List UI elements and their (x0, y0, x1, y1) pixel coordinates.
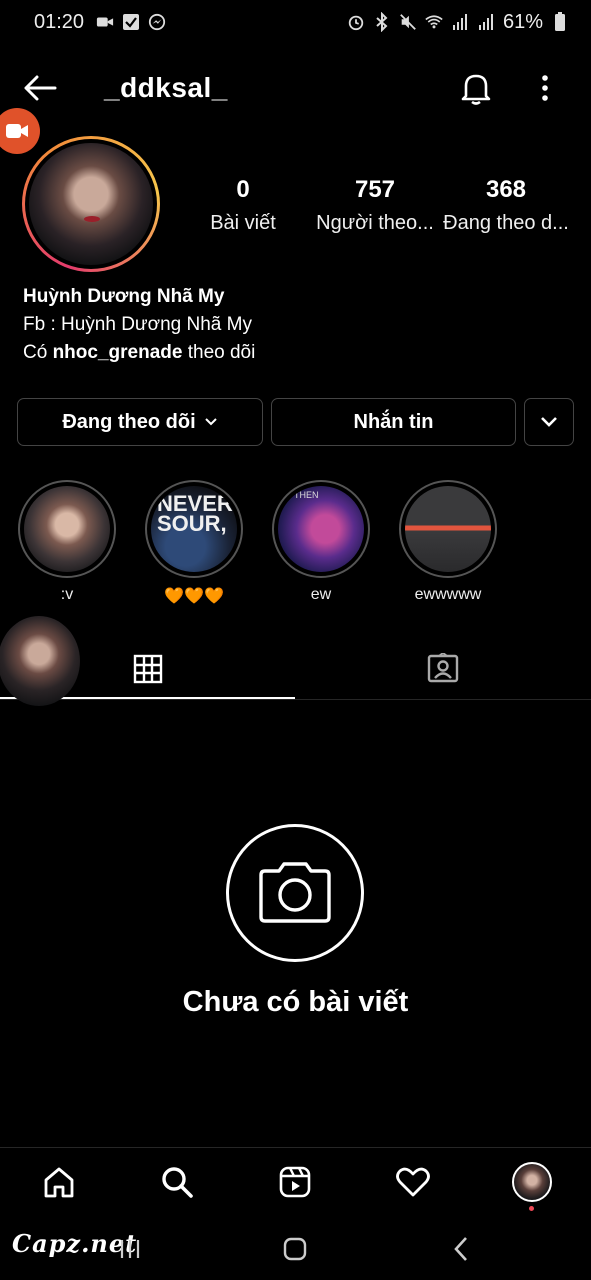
followers-label: Người theo... (316, 212, 434, 234)
highlight-cover (405, 486, 491, 572)
full-name: Huỳnh Dương Nhã My (23, 286, 225, 307)
video-icon (96, 13, 114, 31)
profile-bio: Huỳnh Dương Nhã My Fb : Huỳnh Dương Nhã … (23, 283, 255, 367)
battery-icon (551, 12, 569, 31)
empty-state-text: Chưa có bài viết (182, 986, 409, 1018)
following-count[interactable]: 368 Đang theo d... (442, 176, 570, 235)
following-button-label: Đang theo dõi (62, 410, 196, 433)
following-value: 368 (485, 176, 527, 203)
reels-icon (279, 1166, 311, 1198)
nav-home[interactable] (39, 1162, 79, 1202)
notification-dot (529, 1206, 534, 1211)
message-button[interactable]: Nhắn tin (271, 398, 516, 446)
followers-count[interactable]: 757 Người theo... (314, 176, 436, 235)
nav-activity[interactable] (393, 1162, 433, 1202)
more-options-button[interactable] (530, 70, 560, 106)
more-vertical-icon (542, 75, 548, 101)
posts-value: 0 (236, 176, 250, 203)
home-button[interactable] (277, 1231, 313, 1267)
system-back-button[interactable] (443, 1231, 479, 1267)
message-button-label: Nhắn tin (353, 410, 434, 433)
bottom-nav (0, 1147, 591, 1217)
notifications-button[interactable] (458, 70, 494, 106)
profile-avatar-small (512, 1162, 552, 1202)
video-camera-icon (6, 124, 28, 138)
battery-percent: 61% (502, 10, 543, 33)
floating-chat-head[interactable] (0, 616, 80, 706)
home-icon (44, 1167, 74, 1198)
back-button[interactable] (22, 70, 58, 106)
bluetooth-icon (373, 12, 391, 32)
highlight-label: 🧡🧡🧡 (164, 588, 224, 605)
signal-icon (451, 13, 469, 31)
followed-by-user[interactable]: nhoc_grenade (53, 342, 183, 363)
recent-apps-icon (120, 1240, 140, 1258)
status-time: 01:20 (34, 10, 85, 33)
followed-by[interactable]: Có nhoc_grenade theo dõi (23, 339, 255, 367)
messenger-icon (148, 13, 166, 31)
followed-by-prefix: Có (23, 342, 48, 363)
followed-by-suffix: theo dõi (187, 342, 256, 363)
following-button[interactable]: Đang theo dõi (17, 398, 263, 446)
chevron-down-icon (204, 418, 217, 426)
signal-icon (477, 13, 495, 31)
highlight-cover: THEN (278, 486, 364, 572)
posts-count[interactable]: 0 Bài viết (207, 176, 279, 235)
system-nav-bar: Capz.net (0, 1217, 591, 1280)
story-highlight[interactable]: THEN ew (272, 480, 370, 604)
mute-icon (399, 13, 417, 31)
status-bar: 01:20 61% (0, 0, 591, 44)
tab-divider (0, 699, 591, 700)
profile-username: _ddksal_ (104, 72, 228, 103)
avatar-photo (29, 143, 153, 265)
story-highlight[interactable]: NEVER SOUR, 🧡🧡🧡 (145, 480, 243, 606)
highlight-label: ew (310, 586, 332, 603)
tagged-person-icon (427, 653, 458, 683)
heart-icon (396, 1167, 430, 1197)
search-icon (162, 1167, 193, 1198)
empty-state-camera (226, 824, 364, 962)
suggested-users-button[interactable] (524, 398, 574, 446)
highlight-overlay-text: THEN (294, 490, 319, 500)
camera-icon (259, 862, 331, 923)
wifi-icon (425, 13, 443, 31)
highlight-overlay-text: NEVER SOUR, (157, 491, 233, 536)
chevron-down-icon (541, 417, 557, 427)
nav-profile[interactable] (512, 1162, 552, 1202)
highlight-cover (24, 486, 110, 572)
story-highlight[interactable]: :v (18, 480, 116, 604)
highlight-label: ewwwww (414, 586, 482, 603)
posts-label: Bài viết (210, 212, 276, 234)
bio-line: Fb : Huỳnh Dương Nhã My (23, 314, 252, 335)
story-highlight[interactable]: ewwwww (399, 480, 497, 604)
tab-tagged[interactable] (295, 640, 590, 696)
chevron-left-icon (454, 1237, 467, 1261)
followers-value: 757 (354, 176, 396, 203)
profile-header: _ddksal_ (0, 60, 591, 116)
recent-apps-button[interactable] (112, 1231, 148, 1267)
bell-icon (461, 74, 491, 105)
home-square-icon (283, 1237, 307, 1261)
highlight-cover: NEVER SOUR, (151, 486, 237, 572)
nav-reels[interactable] (275, 1162, 315, 1202)
alarm-icon (347, 13, 365, 31)
nav-search[interactable] (157, 1162, 197, 1202)
grid-icon (133, 654, 162, 683)
back-arrow-icon (24, 75, 57, 101)
checkbox-icon (122, 13, 140, 31)
following-label: Đang theo d... (443, 212, 569, 234)
profile-avatar[interactable] (22, 136, 160, 272)
video-call-bubble[interactable] (0, 108, 40, 154)
highlight-label: :v (60, 586, 74, 603)
